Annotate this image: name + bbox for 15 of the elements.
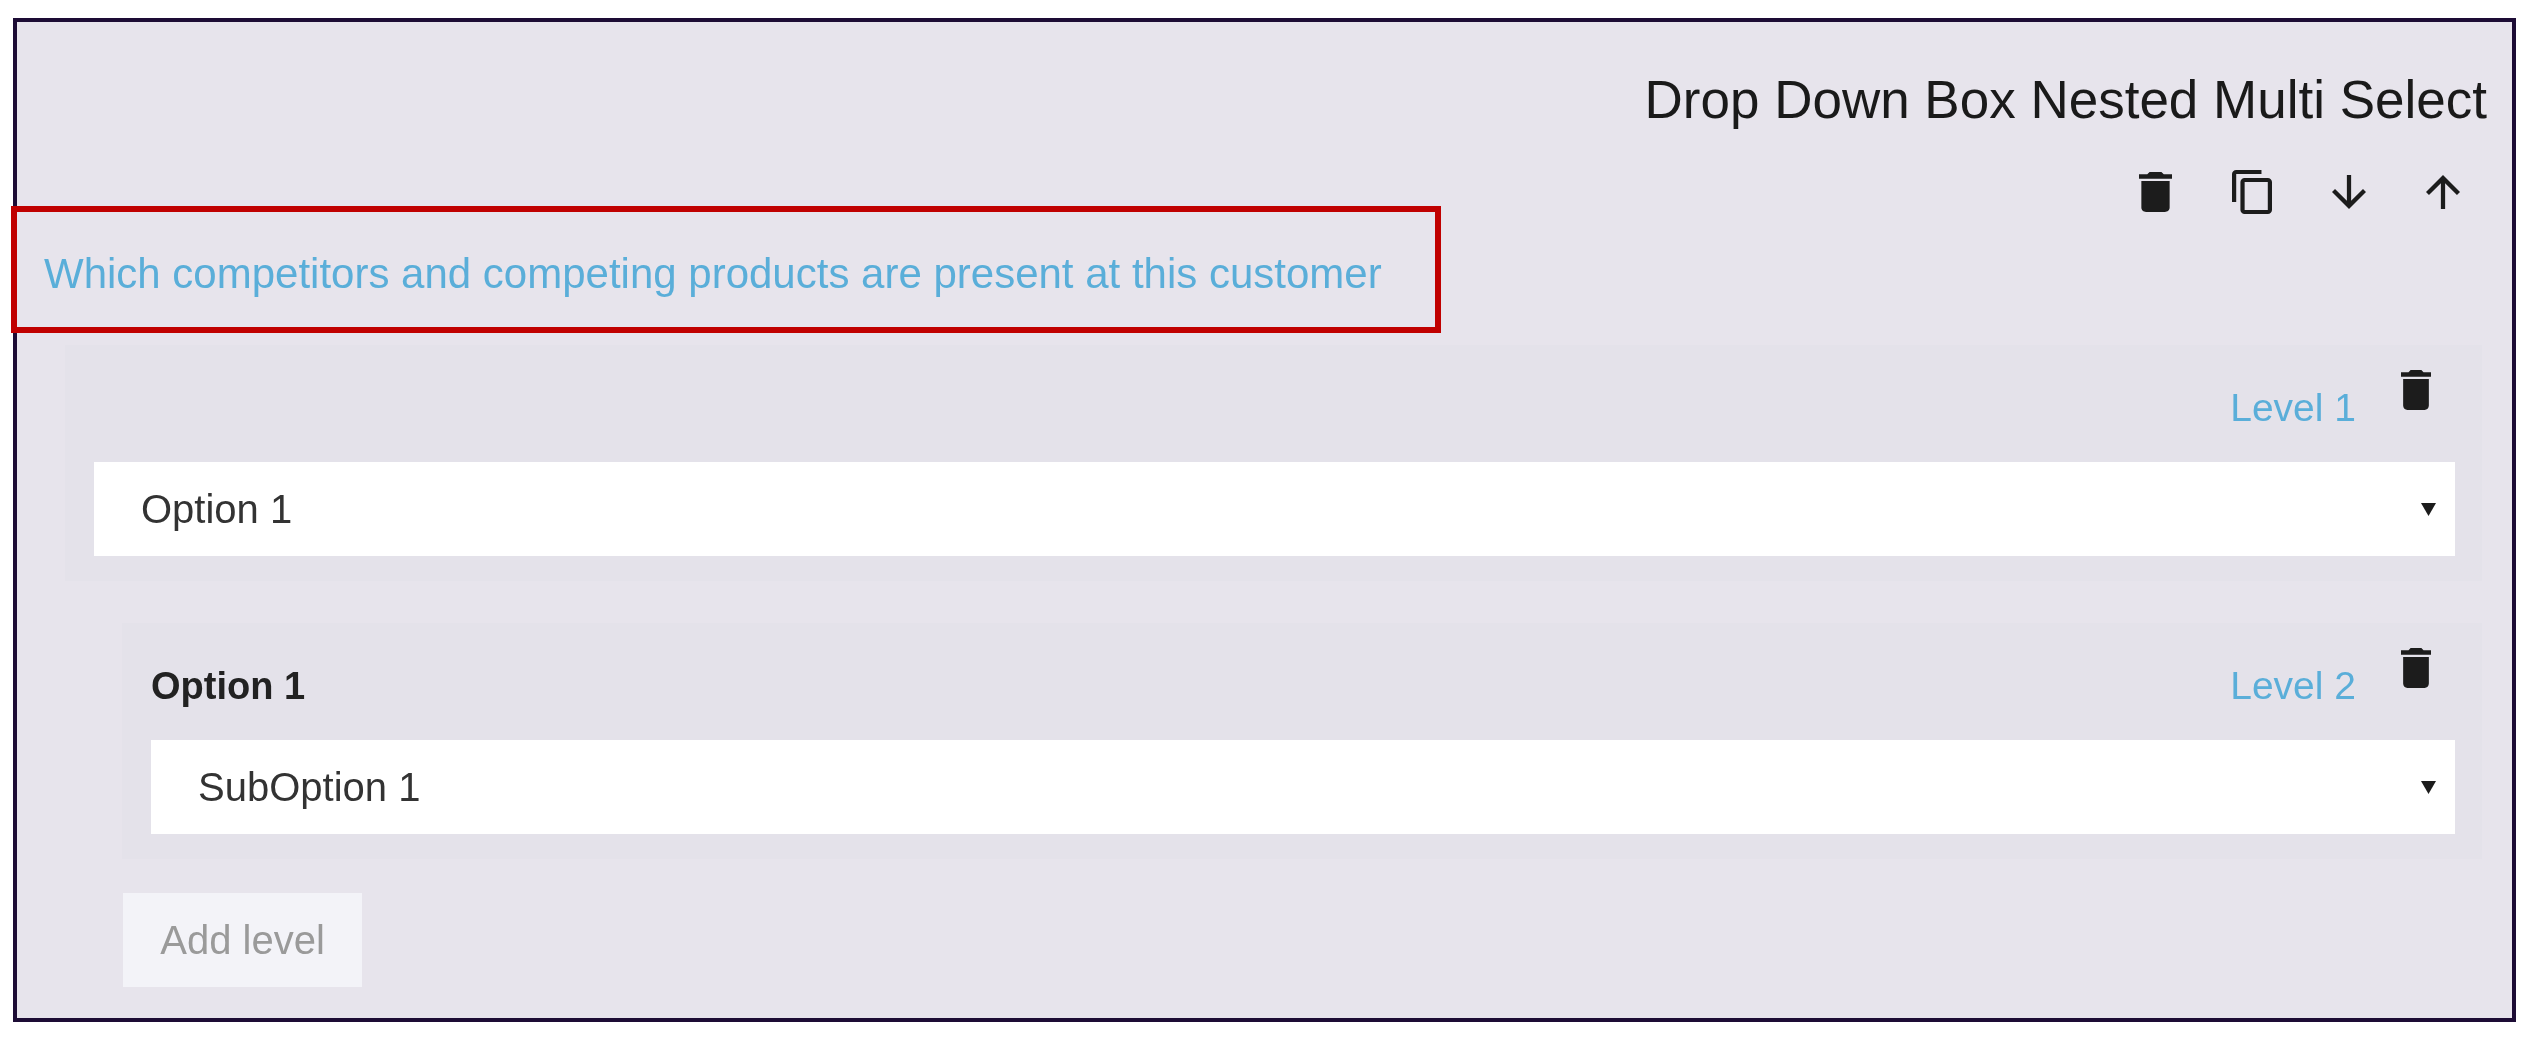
trash-icon[interactable] — [2401, 648, 2431, 688]
trash-icon[interactable] — [2401, 370, 2431, 410]
caret-icon — [2421, 502, 2436, 516]
arrow-down-icon[interactable] — [2332, 175, 2366, 209]
copy-icon[interactable] — [2232, 170, 2272, 214]
level-label: Level 2 — [2230, 664, 2356, 708]
trash-icon[interactable] — [2139, 172, 2172, 212]
option-heading: Option 1 — [151, 664, 306, 708]
dropdown[interactable]: Option 1 — [94, 462, 2455, 556]
arrow-up-icon[interactable] — [2426, 175, 2460, 209]
dropdown[interactable]: SubOption 1 — [151, 740, 2455, 834]
question-text: Which competitors and competing products are present at this customer — [44, 249, 1382, 299]
level-label: Level 1 — [2230, 386, 2356, 430]
card-title: Drop Down Box Nested Multi Select — [1644, 70, 2487, 130]
caret-icon — [2421, 780, 2436, 794]
